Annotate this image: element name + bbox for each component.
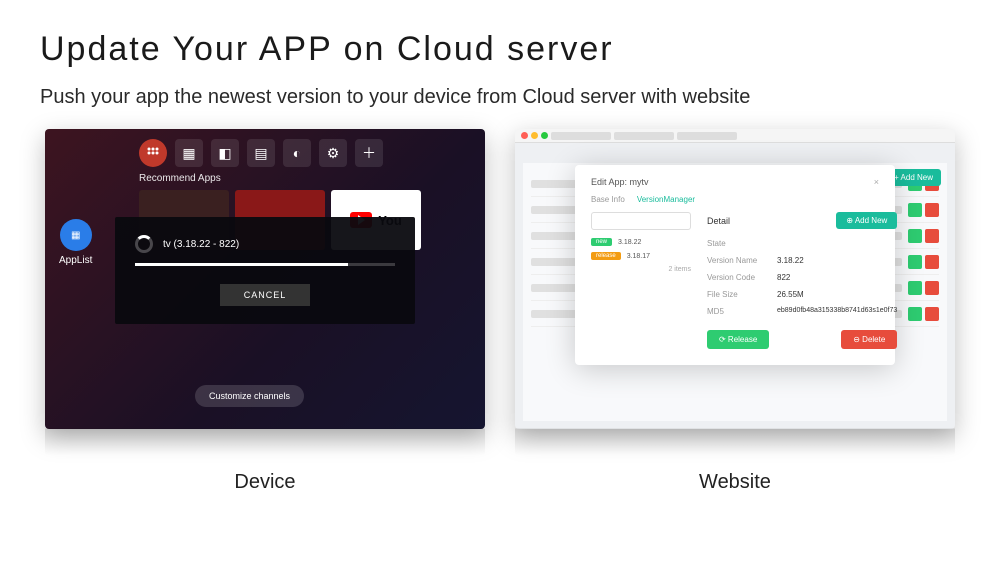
delete-button[interactable]: ⊖ Delete: [841, 330, 897, 349]
reflection: [515, 429, 955, 456]
applist-label: AppList: [59, 255, 92, 266]
version-row[interactable]: new 3.18.22: [591, 238, 691, 246]
page-title: Update Your APP on Cloud server: [40, 30, 960, 69]
modal-tabs: Base Info VersionManager: [591, 195, 879, 204]
modal-title: Edit App: mytv: [591, 177, 649, 187]
top-icon-row: ▦ ◧ ▤ ◐ ⚙ ＋: [139, 139, 471, 167]
website-column: + Add New Edit App: mytv × Base Info: [515, 129, 955, 494]
version-tag: new: [591, 238, 612, 246]
add-new-button[interactable]: ⊕ Add New: [836, 212, 897, 229]
cancel-button[interactable]: CANCEL: [220, 284, 310, 306]
applist-button[interactable]: ▦ AppList: [59, 219, 92, 266]
chrome-dot-icon: [531, 132, 538, 139]
field-label: Version Name: [707, 256, 777, 265]
spinner-icon: [135, 235, 153, 253]
field-value: 822: [777, 273, 790, 282]
device-column: ▦ ◧ ▤ ◐ ⚙ ＋ ▦ AppList Recommend Apps You: [45, 129, 485, 494]
field-label: Version Code: [707, 273, 777, 282]
settings-icon[interactable]: ⚙: [319, 139, 347, 167]
detail-heading: Detail: [707, 216, 730, 226]
field-value: 3.18.22: [777, 256, 804, 265]
applist-icon: ▦: [60, 219, 92, 251]
progress-bar: [135, 263, 395, 266]
shortcut-icon[interactable]: ▦: [175, 139, 203, 167]
close-icon[interactable]: ×: [874, 177, 879, 187]
browser-chrome: [515, 129, 955, 143]
device-screenshot: ▦ ◧ ▤ ◐ ⚙ ＋ ▦ AppList Recommend Apps You: [45, 129, 485, 429]
website-caption: Website: [699, 471, 771, 494]
version-tag: release: [591, 252, 621, 260]
edit-app-modal: Edit App: mytv × Base Info VersionManage…: [575, 165, 895, 365]
tab-base-info[interactable]: Base Info: [591, 195, 625, 204]
add-icon[interactable]: ＋: [355, 139, 383, 167]
page-subtitle: Push your app the newest version to your…: [40, 83, 860, 111]
shortcut-icon[interactable]: ◐: [283, 139, 311, 167]
device-caption: Device: [234, 471, 295, 494]
version-list: new 3.18.22 release 3.18.17 2 items: [591, 212, 691, 349]
field-value: eb89d0fb48a315338b8741d63s1e0f73: [777, 307, 897, 316]
field-value: 26.55M: [777, 290, 804, 299]
version-row[interactable]: release 3.18.17: [591, 252, 691, 260]
customize-channels-button[interactable]: Customize channels: [195, 385, 304, 407]
release-button[interactable]: ⟳ Release: [707, 330, 769, 349]
shortcut-icon[interactable]: ◧: [211, 139, 239, 167]
apps-grid-icon[interactable]: [139, 139, 167, 167]
download-dialog: tv (3.18.22 - 822) CANCEL: [115, 217, 415, 324]
version-number: 3.18.22: [618, 239, 641, 246]
field-label: MD5: [707, 307, 777, 316]
search-input[interactable]: [591, 212, 691, 230]
recommend-heading: Recommend Apps: [139, 173, 471, 184]
tab-version-manager[interactable]: VersionManager: [637, 195, 695, 204]
version-number: 3.18.17: [627, 253, 650, 260]
field-label: File Size: [707, 290, 777, 299]
pager-text: 2 items: [591, 266, 691, 273]
field-label: State: [707, 239, 777, 248]
chrome-dot-icon: [521, 132, 528, 139]
shortcut-icon[interactable]: ▤: [247, 139, 275, 167]
chrome-dot-icon: [541, 132, 548, 139]
reflection: [45, 429, 485, 456]
website-screenshot: + Add New Edit App: mytv × Base Info: [515, 129, 955, 429]
detail-panel: Detail ⊕ Add New State Version Name3.18.…: [707, 212, 897, 349]
download-title: tv (3.18.22 - 822): [163, 239, 239, 250]
